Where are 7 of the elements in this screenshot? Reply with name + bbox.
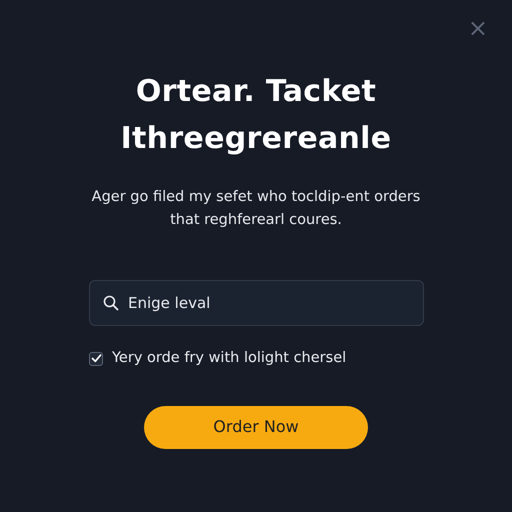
- checkbox[interactable]: [89, 352, 103, 366]
- search-field[interactable]: Enige leval: [89, 280, 424, 326]
- order-button[interactable]: Order Now: [144, 406, 368, 449]
- checkbox-label: Yery orde fry with lolight chersel: [112, 349, 346, 368]
- title: Ortear. Tacket: [134, 73, 378, 111]
- title: Ithreegrereanle: [120, 120, 392, 158]
- description: Ager go filed my sefet who tocldip-ent orders that reghferearl coures.: [90, 188, 422, 230]
